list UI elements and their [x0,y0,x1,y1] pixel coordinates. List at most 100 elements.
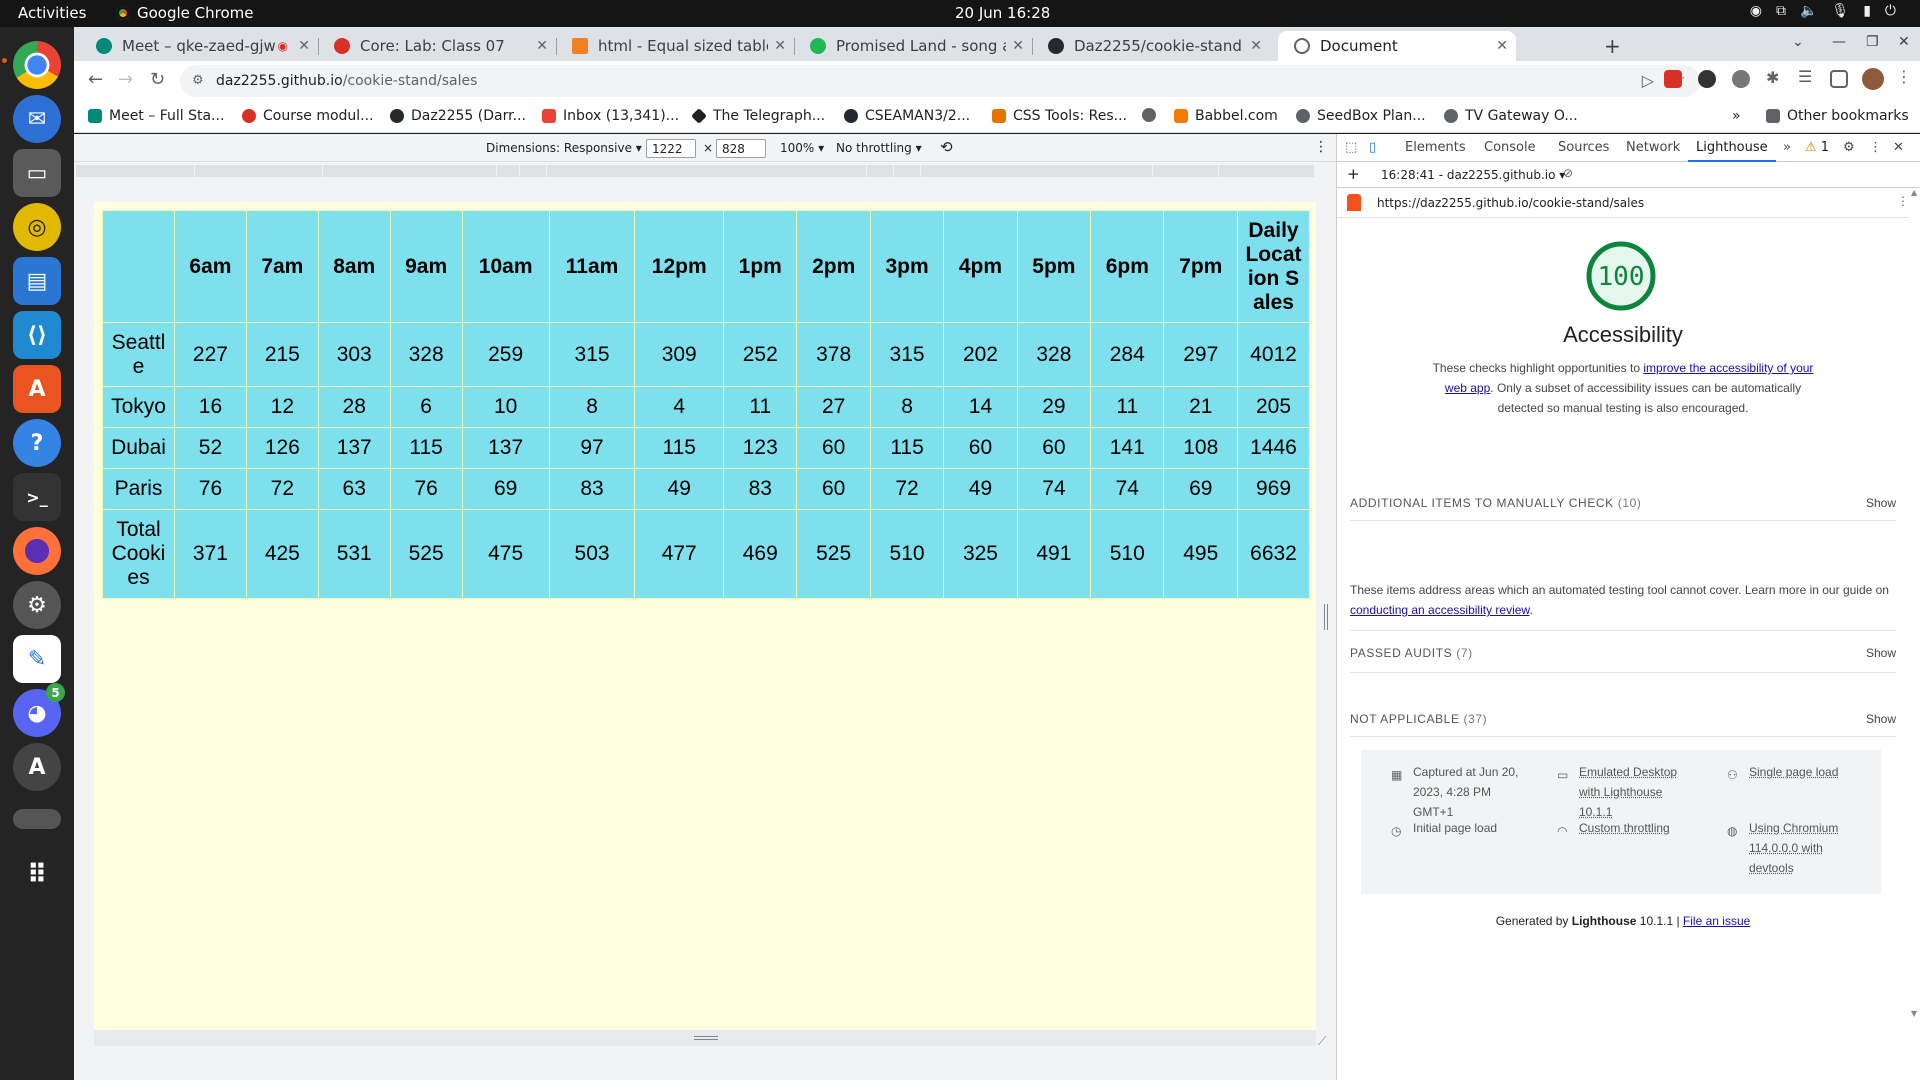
show-button[interactable]: Show [1866,712,1896,726]
thunderbird-icon[interactable]: ✉ [13,95,61,143]
software-updater-icon[interactable]: A [13,743,61,791]
firefox-icon[interactable] [13,527,61,575]
scroll-down-icon[interactable]: ▼ [1911,1009,1917,1018]
discord-icon[interactable]: ◕ 5 [13,683,65,737]
resize-handle-right[interactable] [1324,604,1328,630]
report-selector[interactable]: 16:28:41 - daz2255.github.io ▾ [1381,168,1565,182]
minimize-icon[interactable]: — [1832,34,1846,50]
close-icon[interactable]: ✕ [1250,38,1262,54]
more-options-icon[interactable]: ⋮ [1869,140,1882,155]
other-bookmarks[interactable]: Other bookmarks [1766,108,1909,124]
writer-icon[interactable]: ▤ [13,257,61,305]
file-issue-link[interactable]: File an issue [1683,914,1750,928]
side-panel-icon[interactable] [1830,70,1848,88]
bookmark[interactable] [1142,108,1163,122]
close-icon[interactable]: ✕ [774,38,786,54]
bookmark[interactable]: Daz2255 (Darr... [390,108,526,124]
scroll-up-icon[interactable]: ▲ [1911,188,1917,197]
tab-network[interactable]: Network [1626,140,1680,155]
close-icon[interactable]: ✕ [1496,38,1508,54]
close-window-icon[interactable]: ✕ [1898,34,1910,50]
media-query-ruler[interactable] [76,165,1314,177]
new-report-icon[interactable]: + [1347,165,1360,183]
bookmark[interactable]: Inbox (13,341)... [542,108,679,124]
avatar[interactable] [1862,68,1884,90]
passed-audits-group[interactable]: PASSED AUDITS (7) Show [1350,646,1896,660]
tab-elements[interactable]: Elements [1405,140,1466,155]
tab-sources[interactable]: Sources [1558,140,1609,155]
battery-icon[interactable]: ▮ [1863,3,1871,19]
tab-core-lab[interactable]: Core: Lab: Class 07 ✕ [318,31,557,61]
throttling-select[interactable]: No throttling ▾ [836,141,922,155]
reading-list-icon[interactable]: ☰ [1798,67,1816,86]
app-grid-icon[interactable]: ⠿ [13,851,61,899]
mic-icon[interactable]: 🎙 [1831,3,1849,19]
device-toggle-icon[interactable]: ▯ [1369,140,1376,155]
menu-icon[interactable]: ⋮ [1896,67,1914,86]
more-bookmarks-button[interactable]: » [1732,108,1741,124]
extension-icon[interactable] [1698,70,1716,88]
app-center-icon[interactable]: A [13,365,61,413]
tab-stackoverflow[interactable]: html - Equal sized table ce ✕ [556,31,795,61]
tab-github[interactable]: Daz2255/cookie-stand ✕ [1032,31,1270,61]
clear-icon[interactable]: ⊘ [1563,166,1573,180]
height-input[interactable]: 828 [716,139,766,158]
activities-button[interactable]: Activities [18,4,86,22]
resize-handle-bottom[interactable] [94,1030,1316,1046]
close-icon[interactable]: ✕ [298,38,310,54]
close-icon[interactable]: ✕ [1012,38,1024,54]
tab-lighthouse[interactable]: Lighthouse [1688,140,1776,162]
send-icon[interactable]: ▷ [1642,71,1654,90]
tab-console[interactable]: Console [1484,140,1536,155]
volume-icon[interactable]: 🔈 [1800,3,1817,19]
chrome-icon[interactable] [13,41,61,89]
bookmark[interactable]: TV Gateway O... [1444,108,1578,124]
bookmark[interactable]: Meet – Full Sta... [88,108,224,124]
width-input[interactable]: 1222 [646,139,696,158]
trash-icon[interactable] [13,809,61,829]
text-editor-icon[interactable]: ✎ [13,635,61,683]
puzzle-icon[interactable]: ✱ [1766,68,1784,87]
bookmark[interactable]: Babbel.com [1174,108,1278,124]
accessibility-review-link[interactable]: conducting an accessibility review [1350,603,1529,617]
tab-meet[interactable]: Meet – qke-zaed-gjw ◉ ✕ [80,31,319,61]
scrollbar[interactable]: ▲ ▼ [1908,188,1920,1018]
settings-icon[interactable]: ⚙ [13,581,61,629]
new-tab-button[interactable]: + [1604,34,1621,58]
settings-icon[interactable]: ⚙ [1843,140,1855,155]
site-info-icon[interactable]: ⚙ [192,73,204,88]
inspect-icon[interactable]: ⬚ [1345,140,1357,155]
dimensions-select[interactable]: Dimensions: Responsive ▾ [486,141,642,155]
not-applicable-group[interactable]: NOT APPLICABLE (37) Show [1350,712,1896,726]
bookmark[interactable]: SeedBox Plan... [1296,108,1426,124]
zoom-select[interactable]: 100% ▾ [780,141,824,155]
maximize-icon[interactable]: ❐ [1866,34,1879,50]
show-button[interactable]: Show [1866,646,1896,660]
show-button[interactable]: Show [1866,496,1896,510]
close-devtools-icon[interactable]: ✕ [1893,140,1904,155]
tab-document[interactable]: Document ✕ [1278,31,1516,61]
report-url[interactable]: https://daz2255.github.io/cookie-stand/s… [1377,196,1644,210]
extension-icon[interactable] [1664,70,1682,88]
more-tabs-button[interactable]: » [1783,140,1791,155]
record-icon[interactable]: ◉ [1750,3,1762,19]
bookmark[interactable]: The Telegraph... [691,108,825,124]
app-menu[interactable]: Google Chrome [116,4,254,22]
vscode-icon[interactable]: ⟨⟩ [13,311,61,359]
rhythmbox-icon[interactable]: ◎ [13,203,61,251]
power-icon[interactable]: ⏻ [1885,3,1896,19]
system-tray[interactable]: ◉ ⧉ 🔈 🎙 ▮ ⏻ [1750,3,1896,19]
warning-icon[interactable]: ⚠ 1 [1805,140,1829,155]
extension-icon[interactable] [1732,70,1750,88]
files-icon[interactable]: ▭ [13,149,61,197]
more-options-icon[interactable]: ⋮ [1314,139,1328,155]
network-icon[interactable]: ⧉ [1776,3,1786,19]
tab-search-icon[interactable]: ⌄ [1792,34,1804,50]
resize-corner-icon[interactable]: ⟋ [1318,1034,1326,1049]
reload-icon[interactable]: ↻ [150,69,165,90]
terminal-icon[interactable]: >_ [13,473,61,521]
manual-checks-group[interactable]: ADDITIONAL ITEMS TO MANUALLY CHECK (10) … [1350,496,1896,510]
close-icon[interactable]: ✕ [536,38,548,54]
address-bar[interactable]: ⚙ daz2255.github.io/cookie-stand/sales ▷… [180,65,1700,97]
tab-spotify[interactable]: Promised Land - song and ✕ [794,31,1033,61]
